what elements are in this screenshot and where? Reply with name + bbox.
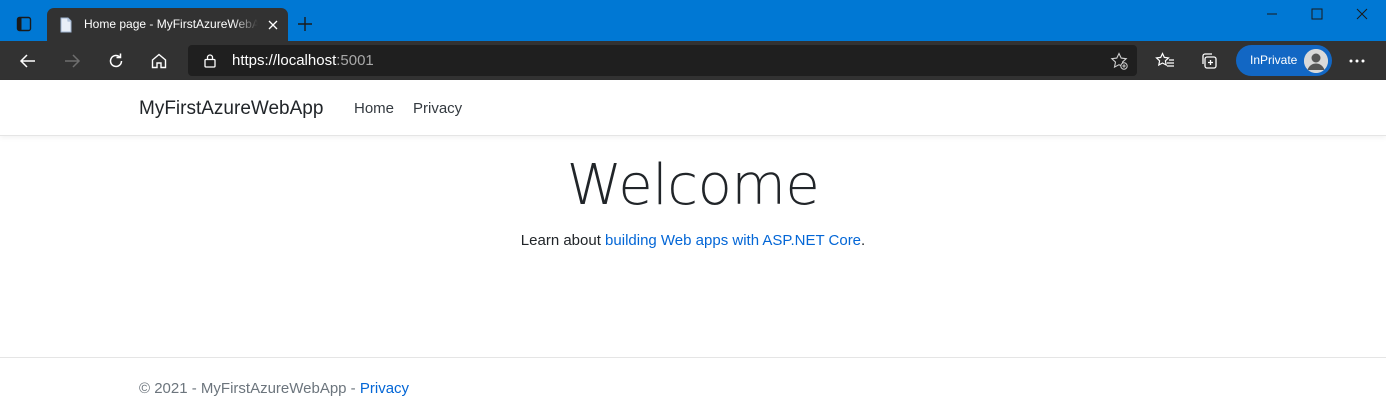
intro-suffix: . — [861, 232, 866, 249]
footer-privacy-link[interactable]: Privacy — [360, 380, 409, 397]
favorites-icon[interactable] — [1154, 50, 1176, 72]
browser-toolbar: https://localhost:5001 InPrivate — [0, 41, 1386, 80]
star-add-icon[interactable] — [1109, 51, 1129, 71]
browser-title-bar: Home page - MyFirstAzureWebApp — [0, 0, 1386, 41]
browser-tab-active[interactable]: Home page - MyFirstAzureWebApp — [47, 8, 288, 41]
close-window-icon[interactable] — [1352, 6, 1372, 22]
intro-text: Learn about building Web apps with ASP.N… — [0, 232, 1386, 249]
maximize-icon[interactable] — [1307, 6, 1327, 22]
url-text[interactable]: https://localhost:5001 — [232, 52, 374, 69]
site-navbar: MyFirstAzureWebApp Home Privacy — [0, 80, 1386, 136]
close-icon[interactable] — [265, 17, 281, 33]
url-host: localhost — [277, 52, 337, 69]
url-scheme: https:// — [232, 52, 278, 69]
page-favicon — [58, 17, 74, 33]
plus-icon[interactable] — [296, 15, 314, 33]
lock-icon[interactable] — [203, 53, 217, 68]
navbar-brand[interactable]: MyFirstAzureWebApp — [139, 98, 323, 120]
nav-link-home[interactable]: Home — [354, 100, 394, 117]
tab-actions-icon[interactable] — [16, 16, 32, 32]
footer-text: © 2021 - MyFirstAzureWebApp - Privacy — [139, 380, 409, 397]
forward-arrow-icon[interactable] — [61, 50, 83, 72]
more-icon[interactable] — [1346, 50, 1368, 72]
nav-link-privacy[interactable]: Privacy — [413, 100, 462, 117]
address-bar[interactable]: https://localhost:5001 — [188, 45, 1137, 76]
home-icon[interactable] — [148, 50, 170, 72]
minimize-icon[interactable] — [1262, 6, 1282, 22]
inprivate-label: InPrivate — [1250, 53, 1298, 67]
site-footer: © 2021 - MyFirstAzureWebApp - Privacy — [0, 357, 1386, 418]
collections-icon[interactable] — [1198, 50, 1220, 72]
aspnet-docs-link[interactable]: building Web apps with ASP.NET Core — [605, 232, 861, 249]
refresh-icon[interactable] — [105, 50, 127, 72]
tab-title: Home page - MyFirstAzureWebApp — [84, 17, 258, 31]
inprivate-button[interactable]: InPrivate — [1236, 45, 1332, 76]
page-title: Welcome — [566, 153, 820, 218]
url-port: :5001 — [336, 52, 374, 69]
avatar — [1304, 49, 1328, 73]
footer-copyright: © 2021 - MyFirstAzureWebApp - — [139, 380, 360, 397]
intro-prefix: Learn about — [520, 232, 606, 249]
back-arrow-icon[interactable] — [17, 50, 39, 72]
